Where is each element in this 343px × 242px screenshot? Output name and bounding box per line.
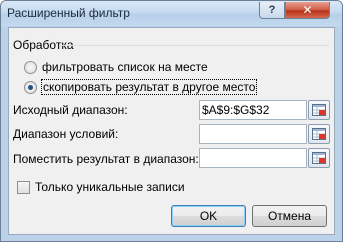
dialog-title: Расширенный фильтр: [7, 6, 130, 20]
help-button[interactable]: ?: [259, 2, 285, 19]
copy-to-ref-button[interactable]: [308, 148, 330, 168]
source-range-label: Исходный диапазон:: [13, 103, 128, 117]
ok-button[interactable]: OK: [171, 205, 246, 227]
copy-to-input[interactable]: [199, 148, 307, 168]
range-select-icon: [312, 104, 326, 116]
unique-records-label: Только уникальные записи: [35, 180, 185, 194]
radio-label: скопировать результат в другое место: [40, 79, 258, 95]
criteria-range-input[interactable]: [199, 124, 307, 144]
help-icon: ?: [268, 4, 276, 16]
criteria-range-ref-button[interactable]: [308, 124, 330, 144]
radio-button[interactable]: [24, 60, 37, 74]
unique-records-checkbox-row[interactable]: Только уникальные записи: [17, 180, 185, 194]
range-select-icon: [312, 152, 326, 164]
group-divider: [59, 45, 329, 46]
radio-filter-in-place[interactable]: фильтровать список на месте: [24, 59, 208, 75]
cancel-button[interactable]: Отмена: [252, 205, 327, 227]
radio-button[interactable]: [24, 80, 37, 94]
criteria-range-label: Диапазон условий:: [13, 127, 119, 141]
close-icon: ✕: [302, 3, 313, 17]
range-select-icon: [312, 128, 326, 140]
radio-copy-to-location[interactable]: скопировать результат в другое место: [24, 79, 258, 95]
advanced-filter-dialog: Расширенный фильтр ? ✕ Обработка фильтро…: [0, 0, 343, 242]
source-range-input[interactable]: [199, 100, 307, 120]
copy-to-label: Поместить результат в диапазон:: [13, 152, 199, 166]
dialog-body: Обработка фильтровать список на месте ск…: [8, 27, 335, 235]
radio-label: фильтровать список на месте: [42, 60, 208, 74]
close-button[interactable]: ✕: [285, 2, 330, 19]
title-bar: Расширенный фильтр ? ✕: [1, 1, 342, 26]
source-range-ref-button[interactable]: [308, 100, 330, 120]
unique-records-checkbox[interactable]: [17, 180, 30, 194]
